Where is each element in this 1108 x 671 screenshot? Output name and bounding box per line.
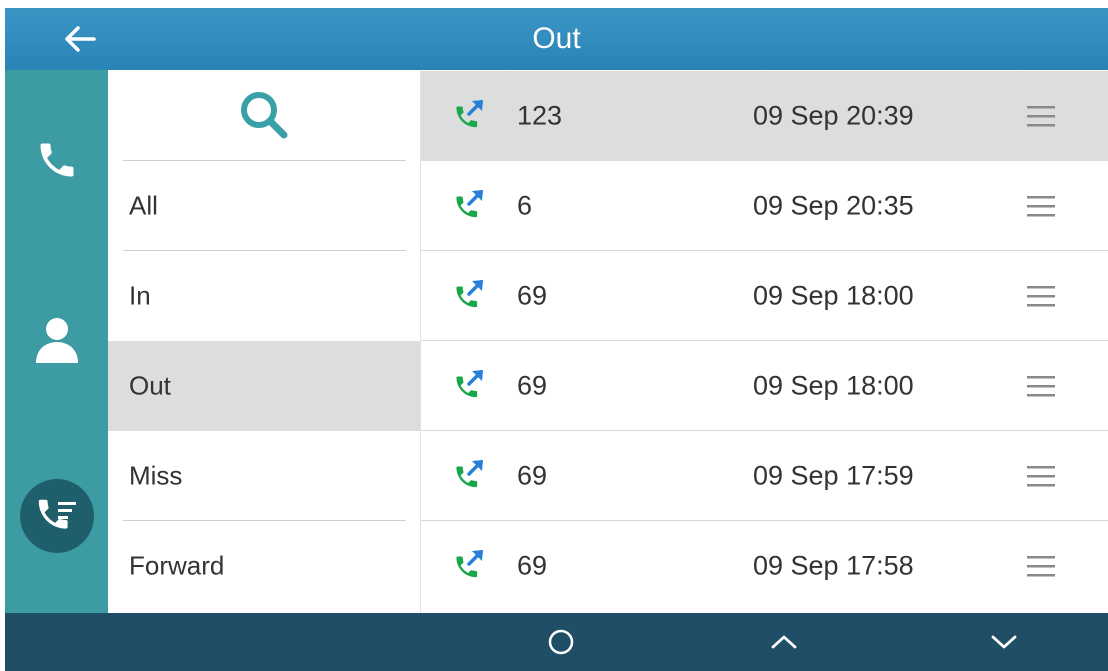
- search-icon: [241, 92, 288, 139]
- call-list: 123 09 Sep 20:39 6 09 Sep 20:35 69 09 Se…: [421, 70, 1108, 613]
- filter-label: Out: [129, 370, 171, 401]
- home-button[interactable]: [521, 613, 601, 671]
- menu-icon[interactable]: [1027, 555, 1055, 577]
- call-number: 69: [517, 550, 548, 581]
- call-row[interactable]: 6 09 Sep 20:35: [421, 161, 1108, 251]
- menu-icon[interactable]: [1027, 105, 1055, 127]
- nav-phone-button[interactable]: [5, 125, 108, 195]
- call-row[interactable]: 69 09 Sep 17:59: [421, 431, 1108, 521]
- chevron-up-icon: [771, 635, 797, 649]
- filter-all[interactable]: All: [108, 161, 420, 251]
- page-title: Out: [532, 22, 581, 55]
- page-down-button[interactable]: [964, 613, 1044, 671]
- call-history-icon: [19, 479, 94, 553]
- left-nav: [5, 70, 108, 613]
- call-row[interactable]: 69 09 Sep 18:00: [421, 341, 1108, 431]
- nav-contacts-button[interactable]: [5, 305, 108, 375]
- filter-out[interactable]: Out: [108, 341, 420, 431]
- call-row[interactable]: 69 09 Sep 18:00: [421, 251, 1108, 341]
- filter-label: All: [129, 190, 158, 221]
- call-number: 69: [517, 370, 548, 401]
- page-up-button[interactable]: [744, 613, 824, 671]
- call-time: 09 Sep 20:35: [753, 190, 914, 221]
- outgoing-call-icon: [456, 280, 483, 308]
- call-time: 09 Sep 20:39: [753, 100, 914, 131]
- filter-in[interactable]: In: [108, 251, 420, 341]
- menu-icon[interactable]: [1027, 285, 1055, 307]
- menu-icon[interactable]: [1027, 465, 1055, 487]
- header-bar: Out: [5, 8, 1108, 70]
- arrow-left-icon: [65, 26, 96, 52]
- contacts-icon: [35, 318, 78, 363]
- search-button[interactable]: [108, 70, 420, 160]
- chevron-down-icon: [991, 635, 1017, 649]
- filter-miss[interactable]: Miss: [108, 431, 420, 521]
- call-number: 69: [517, 460, 548, 491]
- nav-call-history-button[interactable]: [5, 478, 108, 554]
- menu-icon[interactable]: [1027, 195, 1055, 217]
- outgoing-call-icon: [456, 550, 483, 578]
- call-number: 69: [517, 280, 548, 311]
- outgoing-call-icon: [456, 370, 483, 398]
- filter-panel: All In Out Miss Forward: [108, 70, 421, 613]
- call-time: 09 Sep 17:59: [753, 460, 914, 491]
- call-time: 09 Sep 17:58: [753, 550, 914, 581]
- filter-forward[interactable]: Forward: [108, 521, 420, 611]
- outgoing-call-icon: [456, 460, 483, 488]
- outgoing-call-icon: [456, 100, 483, 128]
- filter-label: In: [129, 280, 151, 311]
- filter-label: Miss: [129, 460, 183, 491]
- call-row[interactable]: 69 09 Sep 17:58: [421, 521, 1108, 611]
- back-button[interactable]: [45, 8, 115, 70]
- call-number: 123: [517, 100, 563, 131]
- outgoing-call-icon: [456, 190, 483, 218]
- circle-icon: [548, 629, 574, 655]
- call-time: 09 Sep 18:00: [753, 370, 914, 401]
- call-row[interactable]: 123 09 Sep 20:39: [421, 71, 1108, 161]
- phone-icon: [40, 143, 73, 177]
- menu-icon[interactable]: [1027, 375, 1055, 397]
- call-number: 6: [517, 190, 533, 221]
- filter-label: Forward: [129, 550, 225, 581]
- bottom-bar: [5, 613, 1108, 671]
- call-time: 09 Sep 18:00: [753, 280, 914, 311]
